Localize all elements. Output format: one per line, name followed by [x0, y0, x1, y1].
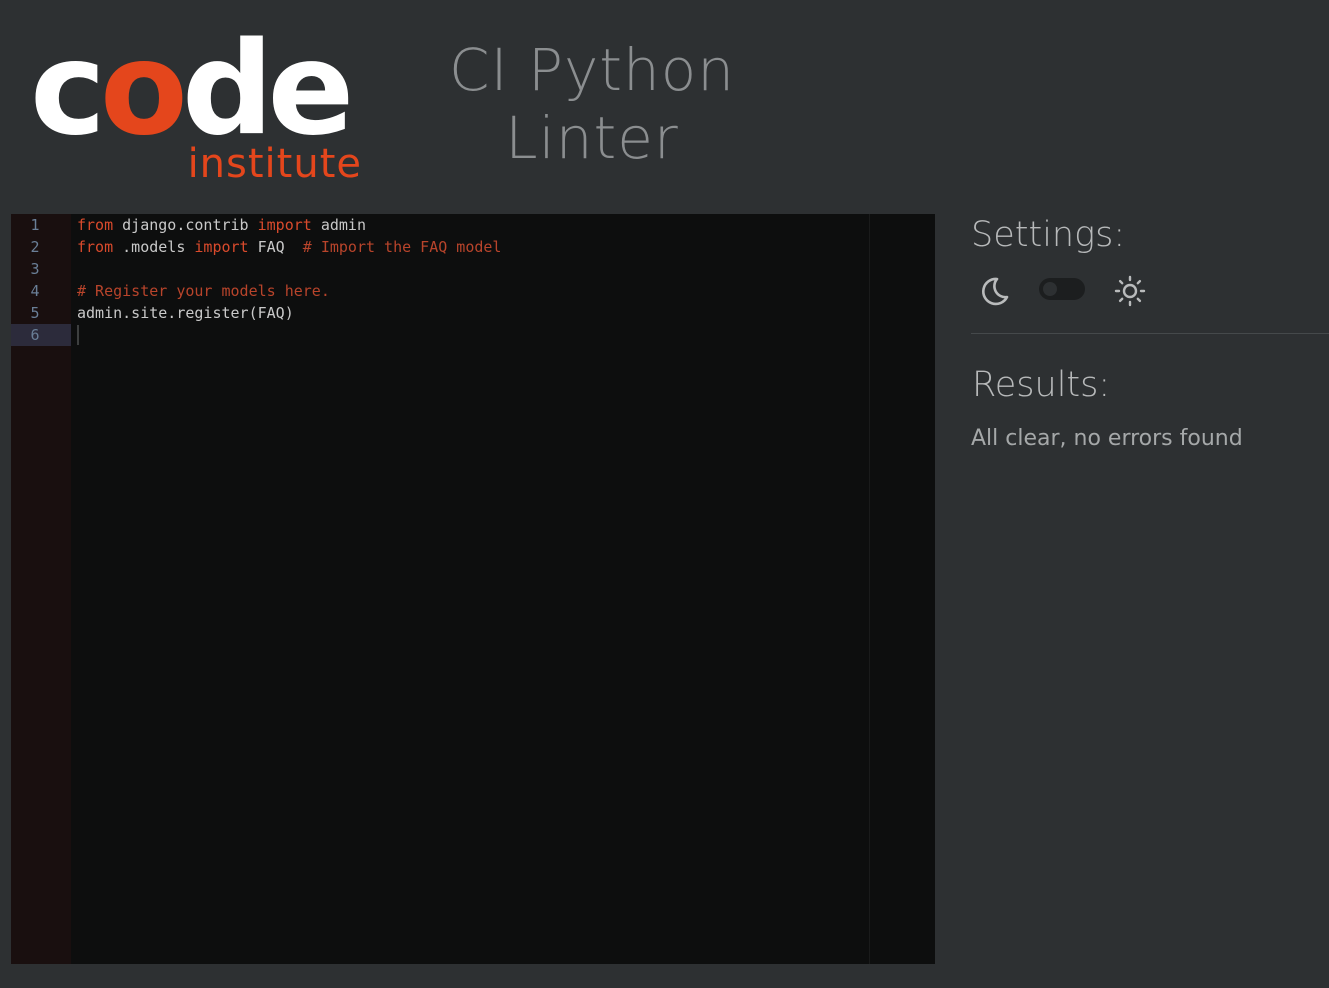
logo-wordmark: code	[30, 26, 354, 154]
code-token: admin	[311, 216, 366, 234]
theme-switch[interactable]	[1039, 278, 1085, 300]
code-token: django.contrib	[113, 216, 258, 234]
code-token: FAQ	[248, 238, 303, 256]
sun-icon[interactable]	[1113, 274, 1147, 308]
settings-heading: Settings:	[971, 215, 1126, 255]
code-line[interactable]: 1 from django.contrib import admin	[11, 214, 935, 236]
linter-page: code institute CI Python Linter 1 from dj…	[0, 0, 1329, 988]
code-institute-logo: code institute	[30, 26, 370, 191]
logo-letter-c: c	[30, 15, 106, 164]
line-number: 3	[30, 260, 40, 278]
code-keyword: from	[77, 238, 114, 256]
settings-divider	[971, 333, 1329, 334]
code-comment: # Import the FAQ model	[302, 238, 502, 256]
title-line-1: CI Python	[448, 36, 736, 104]
code-line[interactable]: 3	[11, 258, 935, 280]
line-number: 5	[30, 304, 40, 322]
moon-icon[interactable]	[977, 274, 1011, 308]
code-text: # Register your models here.	[77, 280, 330, 302]
logo-letter-o: o	[99, 15, 188, 164]
results-message: All clear, no errors found	[971, 426, 1243, 451]
code-line[interactable]: 6	[11, 324, 935, 346]
code-keyword: import	[257, 216, 312, 234]
code-text: from .models import FAQ # Import the FAQ…	[77, 236, 501, 258]
code-text	[77, 324, 79, 346]
page-title: CI Python Linter	[432, 36, 752, 172]
code-text: admin.site.register(FAQ)	[77, 302, 294, 324]
line-number: 1	[30, 216, 40, 234]
code-editor[interactable]: 1 from django.contrib import admin 2 from .…	[11, 214, 935, 964]
code-line[interactable]: 5 admin.site.register(FAQ)	[11, 302, 935, 324]
title-line-2: Linter	[505, 104, 679, 172]
code-token: admin.site.register(FAQ)	[77, 304, 294, 322]
code-comment: # Register your models here.	[77, 282, 330, 300]
code-keyword: import	[194, 238, 249, 256]
code-keyword: from	[77, 216, 114, 234]
line-number: 6	[11, 324, 71, 346]
theme-toggle-row	[977, 272, 1157, 308]
code-line[interactable]: 2 from .models import FAQ # Import the FA…	[11, 236, 935, 258]
logo-subtitle: institute	[187, 141, 362, 187]
text-cursor	[77, 325, 79, 345]
code-token: .models	[113, 238, 195, 256]
results-heading: Results:	[972, 365, 1111, 405]
theme-switch-knob	[1043, 282, 1057, 296]
line-number: 4	[30, 282, 40, 300]
line-number: 2	[30, 238, 40, 256]
code-text: from django.contrib import admin	[77, 214, 366, 236]
code-line[interactable]: 4 # Register your models here.	[11, 280, 935, 302]
